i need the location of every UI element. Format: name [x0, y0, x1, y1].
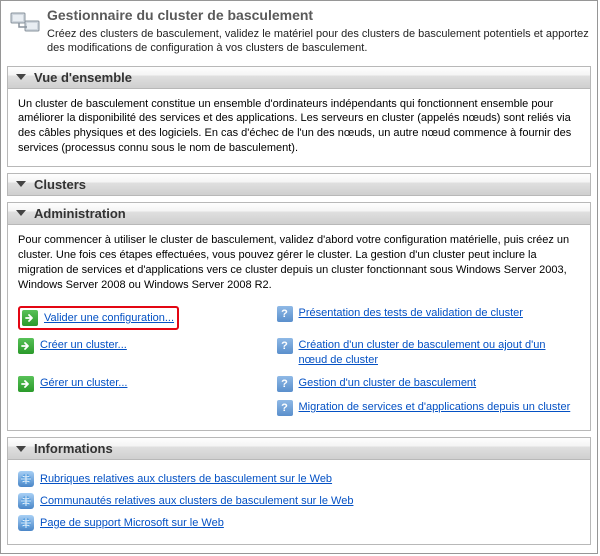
- overview-heading: Vue d'ensemble: [34, 70, 132, 85]
- overview-panel-header[interactable]: Vue d'ensemble: [8, 67, 590, 89]
- header-area: Gestionnaire du cluster de basculement C…: [1, 1, 597, 62]
- admin-panel-header[interactable]: Administration: [8, 203, 590, 225]
- list-item: Rubriques relatives aux clusters de basc…: [18, 468, 580, 490]
- help-icon: ?: [277, 338, 293, 354]
- arrow-icon: [18, 338, 34, 354]
- info-panel: Informations Rubriques relatives aux clu…: [7, 437, 591, 545]
- page-subtitle: Créez des clusters de basculement, valid…: [47, 27, 589, 56]
- overview-body: Un cluster de basculement constitue un e…: [8, 89, 590, 166]
- admin-panel: Administration Pour commencer à utiliser…: [7, 202, 591, 431]
- admin-body: Pour commencer à utiliser le cluster de …: [8, 225, 590, 430]
- info-links-list: Rubriques relatives aux clusters de basc…: [18, 468, 580, 534]
- clusters-panel-header[interactable]: Clusters: [8, 174, 590, 195]
- admin-links-table: Valider une configuration... ? Présentat…: [18, 302, 580, 420]
- chevron-down-icon: [16, 181, 26, 187]
- arrow-icon: [18, 376, 34, 392]
- chevron-down-icon: [16, 446, 26, 452]
- web-communities-link[interactable]: Communautés relatives aux clusters de ba…: [40, 494, 353, 509]
- web-topics-link[interactable]: Rubriques relatives aux clusters de basc…: [40, 472, 332, 487]
- clusters-heading: Clusters: [34, 177, 86, 192]
- validate-config-link[interactable]: Valider une configuration...: [44, 311, 174, 326]
- list-item: Page de support Microsoft sur le Web: [18, 512, 580, 534]
- create-cluster-link[interactable]: Créer un cluster...: [40, 338, 127, 353]
- manage-cluster-link[interactable]: Gérer un cluster...: [40, 376, 127, 391]
- clusters-panel: Clusters: [7, 173, 591, 196]
- overview-text: Un cluster de basculement constitue un e…: [18, 98, 571, 155]
- page-title: Gestionnaire du cluster de basculement: [47, 7, 589, 23]
- ms-support-link[interactable]: Page de support Microsoft sur le Web: [40, 516, 224, 531]
- info-panel-header[interactable]: Informations: [8, 438, 590, 460]
- validation-tests-help-link[interactable]: Présentation des tests de validation de …: [299, 306, 523, 321]
- validate-config-highlight: Valider une configuration...: [18, 306, 179, 330]
- info-heading: Informations: [34, 441, 113, 456]
- admin-intro: Pour commencer à utiliser le cluster de …: [18, 233, 580, 292]
- cluster-manager-icon: [9, 7, 41, 39]
- help-icon: ?: [277, 400, 293, 416]
- globe-icon: [18, 471, 34, 487]
- globe-icon: [18, 493, 34, 509]
- overview-panel: Vue d'ensemble Un cluster de basculement…: [7, 66, 591, 167]
- arrow-icon: [22, 310, 38, 326]
- help-icon: ?: [277, 306, 293, 322]
- migration-help-link[interactable]: Migration de services et d'applications …: [299, 400, 571, 415]
- manage-cluster-help-link[interactable]: Gestion d'un cluster de basculement: [299, 376, 477, 391]
- window-root: Gestionnaire du cluster de basculement C…: [0, 0, 598, 554]
- globe-icon: [18, 515, 34, 531]
- create-cluster-help-link[interactable]: Création d'un cluster de basculement ou …: [299, 338, 576, 368]
- chevron-down-icon: [16, 74, 26, 80]
- list-item: Communautés relatives aux clusters de ba…: [18, 490, 580, 512]
- info-body: Rubriques relatives aux clusters de basc…: [8, 460, 590, 544]
- admin-heading: Administration: [34, 206, 126, 221]
- chevron-down-icon: [16, 210, 26, 216]
- help-icon: ?: [277, 376, 293, 392]
